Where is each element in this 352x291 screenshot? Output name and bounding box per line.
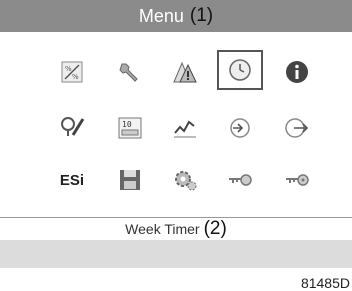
esi-button[interactable]: ESi (49, 160, 95, 200)
svg-text:%: % (72, 73, 79, 81)
svg-text:10: 10 (122, 120, 132, 129)
warning-triangles-icon[interactable] (162, 52, 208, 92)
info-icon[interactable] (274, 52, 320, 92)
counters-icon[interactable]: 10 (107, 108, 153, 148)
menu-title: Menu (138, 5, 184, 26)
callout-1: (1) (189, 5, 214, 26)
percent-gauge-icon[interactable]: %% (49, 52, 95, 92)
save-disk-icon[interactable] (107, 160, 153, 200)
svg-text:%: % (65, 65, 72, 73)
selected-item-label: Week Timer (125, 221, 200, 237)
key-service-icon[interactable] (274, 160, 320, 200)
test-check-icon[interactable] (49, 108, 95, 148)
key-user-icon[interactable] (217, 160, 263, 200)
callout-2: (2) (203, 218, 227, 239)
selected-item-bar: Week Timer (2) (0, 217, 352, 241)
gear-settings-icon[interactable] (162, 160, 208, 200)
bottom-bar (0, 240, 352, 268)
arrow-out-circle-icon[interactable] (274, 108, 320, 148)
menu-title-bar: Menu (1) (0, 0, 352, 32)
trend-chart-icon[interactable] (162, 108, 208, 148)
menu-icon-grid: %% 10 ESi (0, 32, 352, 204)
controller-screen: Menu (1) %% 10 ESi Week Timer (2) (0, 0, 352, 268)
clock-icon[interactable] (217, 50, 263, 90)
esi-label: ESi (59, 171, 85, 189)
figure-code: 81485D (300, 275, 350, 291)
wrench-icon[interactable] (107, 52, 153, 92)
arrow-in-circle-icon[interactable] (217, 108, 263, 148)
